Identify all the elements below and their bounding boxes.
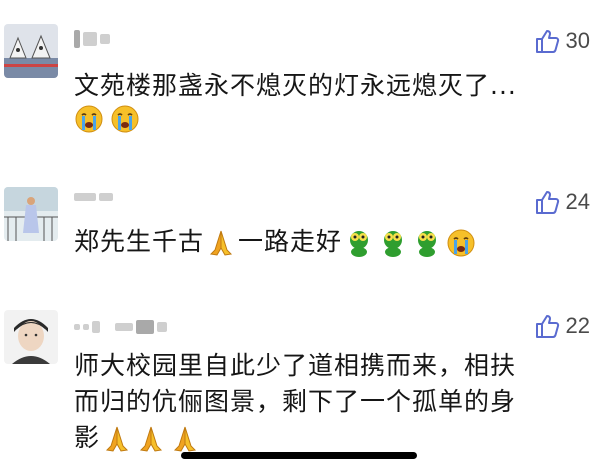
avatar-image <box>4 187 58 241</box>
crying-face-emoji-icon <box>447 229 475 257</box>
comment-text: 师大校园里自此少了道相携而来，相扶 而归的伉俪图景，剩下了一个孤单的身 影 <box>74 348 588 456</box>
thumbs-up-icon <box>535 191 559 214</box>
like-button[interactable]: 24 <box>534 189 590 215</box>
pray-hands-emoji-icon <box>173 426 197 452</box>
avatar[interactable] <box>4 187 58 241</box>
avatar[interactable] <box>4 310 58 364</box>
emoji-row <box>74 104 140 134</box>
comment-text-line-3: 影 <box>74 420 588 456</box>
avatar-image <box>4 24 58 78</box>
username-blurred[interactable] <box>74 30 110 48</box>
thumbs-up-icon <box>535 315 559 338</box>
home-indicator-bar[interactable] <box>181 452 417 459</box>
username-blurred[interactable] <box>74 188 113 206</box>
pray-hands-emoji-icon <box>209 230 233 256</box>
comment-text-part-1: 郑先生千古 <box>74 227 205 256</box>
comment-text-part-2: 一路走好 <box>238 227 343 256</box>
avatar-image <box>4 310 58 364</box>
crying-face-emoji-icon <box>75 105 103 133</box>
green-frog-emoji-icon <box>418 231 437 257</box>
username-blurred[interactable] <box>74 318 167 336</box>
pray-hands-emoji-icon <box>139 426 163 452</box>
comment-text-line-3-text: 影 <box>74 423 101 452</box>
pray-hands-emoji-icon <box>105 426 129 452</box>
avatar[interactable] <box>4 24 58 78</box>
like-count: 22 <box>565 313 590 338</box>
like-count: 24 <box>565 189 590 214</box>
green-frog-emoji-icon <box>350 231 369 257</box>
like-button[interactable]: 30 <box>534 28 590 54</box>
like-count: 30 <box>565 28 590 53</box>
like-button[interactable]: 22 <box>534 313 590 339</box>
comment-text: 文苑楼那盏永不熄灭的灯永远熄灭了... <box>74 71 517 100</box>
comment-text-line-2: 而归的伉俪图景，剩下了一个孤单的身 <box>74 387 517 416</box>
comment-text-line-1: 师大校园里自此少了道相携而来，相扶 <box>74 351 517 380</box>
green-frog-emoji-icon <box>384 231 403 257</box>
thumbs-up-icon <box>535 30 559 53</box>
comment-text: 郑先生千古 一路走好 <box>74 224 588 260</box>
crying-face-emoji-icon <box>111 105 139 133</box>
